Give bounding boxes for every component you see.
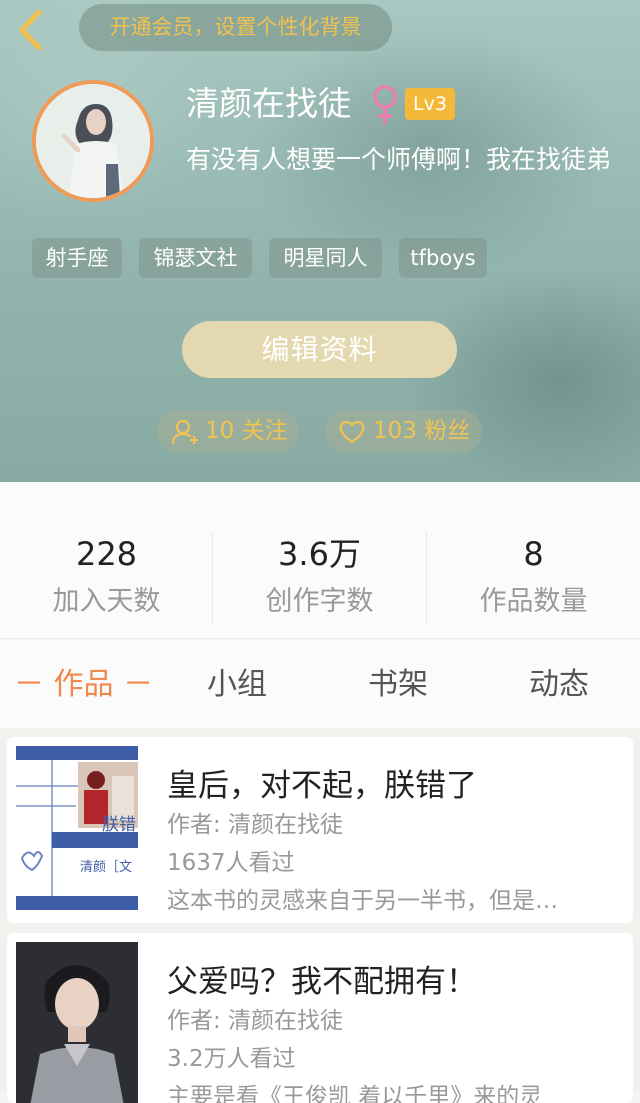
- following-count: 10 关注: [205, 418, 288, 444]
- vip-background-banner[interactable]: 开通会员，设置个性化背景: [79, 4, 392, 51]
- book-title: 父爱吗？我不配拥有！: [167, 964, 477, 1000]
- cover-title-text: 朕错: [102, 815, 136, 835]
- stat-label: 加入天数: [52, 586, 161, 617]
- nickname: 清颜在找徒: [186, 84, 351, 123]
- stat-label: 创作字数: [265, 586, 374, 617]
- tag-item[interactable]: 明星同人: [269, 238, 382, 278]
- bio: 有没有人想要一个师傅啊！我在找徒弟: [186, 145, 612, 174]
- stats-bar: 228 加入天数 3.6万 创作字数 8 作品数量: [0, 482, 640, 639]
- tag-item[interactable]: tfboys: [399, 238, 487, 278]
- stat-label: 作品数量: [479, 586, 588, 617]
- level-badge: Lv3: [405, 88, 455, 120]
- book-views: 3.2万人看过: [167, 1046, 296, 1072]
- cover-author-text: 清颜［文: [80, 860, 133, 875]
- following-button[interactable]: 10 关注: [157, 410, 299, 453]
- add-user-icon: [171, 419, 198, 445]
- tab-bookshelf[interactable]: 书架: [368, 664, 428, 706]
- tab-works[interactable]: － 作品 －: [14, 664, 153, 706]
- stat-value: 228: [75, 535, 138, 573]
- book-cover: [16, 942, 138, 1103]
- profile-header: 开通会员，设置个性化背景 清颜在找徒 Lv3 有没有人想要一个师傅啊！我在找徒弟…: [0, 0, 640, 482]
- tab-activity[interactable]: 动态: [529, 664, 589, 706]
- book-author: 作者: 清颜在找徒: [167, 812, 344, 838]
- stat-works: 8 作品数量: [427, 482, 640, 638]
- book-views: 1637人看过: [167, 850, 295, 876]
- book-cover-image: [16, 942, 138, 1103]
- tab-group[interactable]: 小组: [207, 664, 267, 706]
- stat-value: 8: [523, 535, 544, 573]
- book-description: 这本书的灵感来自于另一半书，但是…: [167, 888, 558, 914]
- tag-item[interactable]: 锦瑟文社: [139, 238, 252, 278]
- edit-profile-button[interactable]: 编辑资料: [182, 321, 457, 378]
- heart-icon: [339, 420, 365, 444]
- female-icon: [373, 85, 397, 124]
- book-description: 主要是看《王俊凯 着以千里》来的灵: [167, 1084, 543, 1103]
- works-list: 朕错 清颜［文 皇后，对不起，朕错了 作者: 清颜在找徒 1637人看过 这本书…: [0, 728, 640, 1103]
- stat-value: 3.6万: [278, 535, 361, 573]
- fans-count: 103 粉丝: [373, 418, 471, 444]
- book-title: 皇后，对不起，朕错了: [167, 768, 477, 804]
- avatar-image: [36, 84, 150, 198]
- chevron-left-icon: [19, 9, 42, 51]
- list-item[interactable]: 朕错 清颜［文 皇后，对不起，朕错了 作者: 清颜在找徒 1637人看过 这本书…: [7, 737, 633, 923]
- content-tabs: － 作品 － 小组 书架 动态: [0, 640, 640, 728]
- back-button[interactable]: [10, 6, 54, 51]
- stat-words: 3.6万 创作字数: [213, 482, 426, 638]
- book-cover: 朕错 清颜［文: [16, 746, 138, 910]
- list-item[interactable]: 父爱吗？我不配拥有！ 作者: 清颜在找徒 3.2万人看过 主要是看《王俊凯 着以…: [7, 933, 633, 1103]
- avatar[interactable]: [32, 80, 154, 202]
- book-author: 作者: 清颜在找徒: [167, 1008, 344, 1034]
- fans-button[interactable]: 103 粉丝: [325, 410, 482, 453]
- stat-days: 228 加入天数: [0, 482, 213, 638]
- tag-item[interactable]: 射手座: [32, 238, 122, 278]
